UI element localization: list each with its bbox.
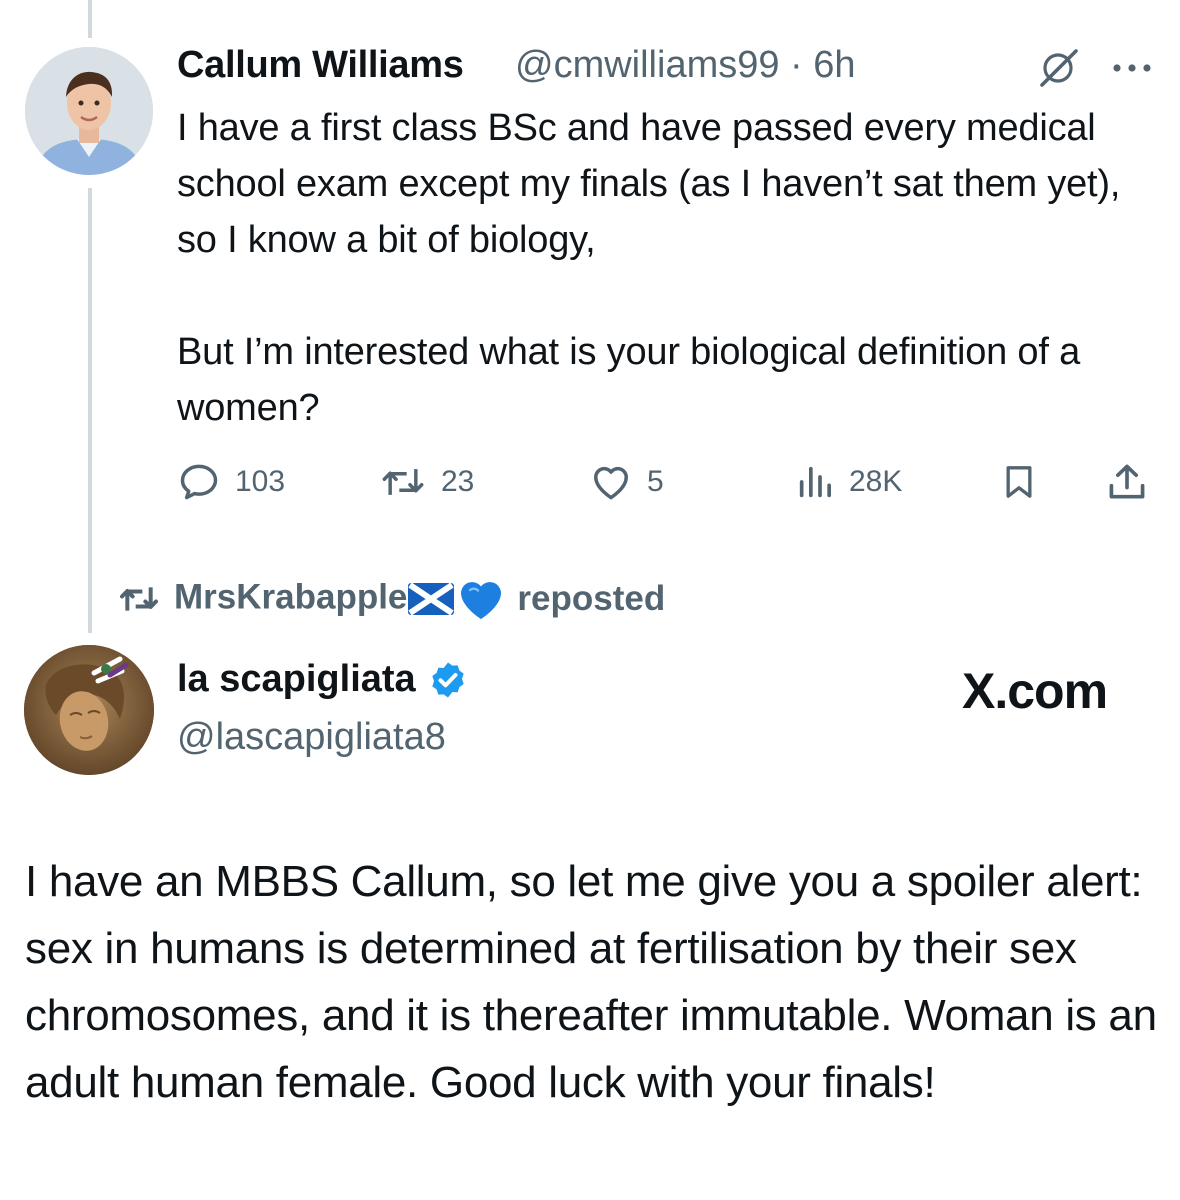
reply-icon	[180, 464, 218, 500]
repost-banner[interactable]: MrsKrabapple reposted	[116, 574, 665, 624]
heart-icon	[594, 466, 628, 500]
share-button[interactable]	[1105, 456, 1149, 508]
avatar[interactable]	[25, 47, 153, 175]
author-handle[interactable]: @lascapigliata8	[177, 716, 446, 759]
repost-button[interactable]: 23	[379, 456, 474, 508]
scotland-flag-emoji	[408, 582, 455, 616]
like-count: 5	[647, 465, 664, 498]
tweet-text: I have an MBBS Callum, so let me give yo…	[25, 857, 1157, 1107]
verified-badge-icon	[432, 662, 464, 697]
views-icon	[799, 466, 831, 498]
blue-heart-emoji	[461, 582, 502, 619]
reply-button[interactable]: 103	[177, 456, 285, 508]
tweet-text: I have a first class BSc and have passed…	[177, 100, 1137, 436]
repost-icon	[120, 587, 158, 611]
tweet-paragraph: But I’m interested what is your biologic…	[177, 331, 1080, 429]
repost-icon	[382, 469, 424, 495]
x-com-watermark: X.com	[962, 663, 1108, 719]
bookmark-button[interactable]	[999, 456, 1039, 508]
bookmark-icon	[1006, 466, 1032, 498]
share-icon	[1109, 464, 1145, 499]
repost-count: 23	[441, 465, 475, 498]
reposter-name[interactable]: MrsKrabapple	[174, 577, 407, 616]
reply-count: 103	[235, 465, 286, 498]
tweet-actions: 103 23 5 28K	[177, 456, 1157, 508]
thread-line	[88, 188, 92, 633]
author-name[interactable]: Callum Williams	[177, 44, 464, 87]
views-button[interactable]: 28K	[795, 456, 902, 508]
tweet-paragraph: I have a first class BSc and have passed…	[177, 107, 1121, 261]
grok-icon[interactable]	[1036, 48, 1080, 88]
more-icon[interactable]	[1110, 58, 1154, 78]
views-count: 28K	[849, 465, 903, 498]
thread-line	[88, 0, 92, 38]
author-name[interactable]: la scapigliata	[177, 658, 416, 701]
author-handle[interactable]: @cmwilliams99 · 6h	[515, 44, 856, 87]
repost-label: reposted	[517, 579, 666, 618]
like-button[interactable]: 5	[589, 456, 664, 508]
author-name-row: la scapigliata	[177, 658, 468, 701]
avatar[interactable]	[24, 645, 154, 775]
